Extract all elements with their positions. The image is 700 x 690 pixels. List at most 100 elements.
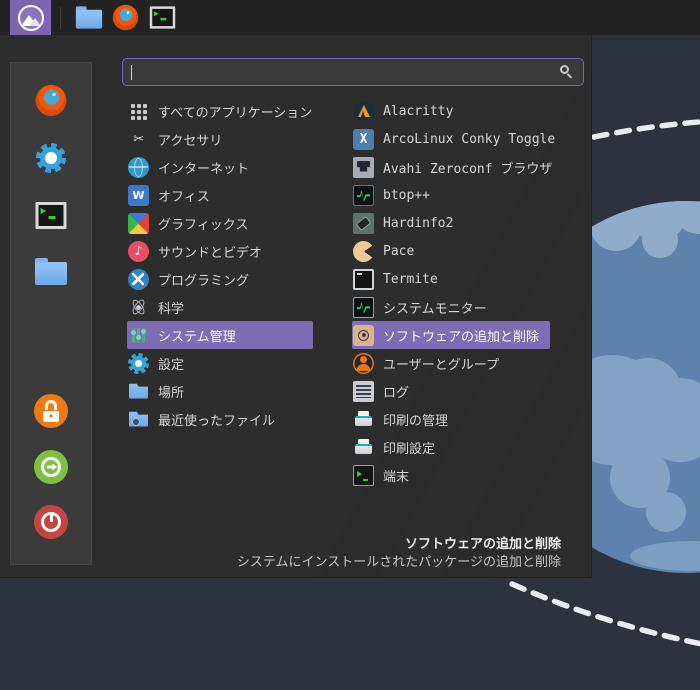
lock-screen-button[interactable]	[34, 394, 68, 428]
conky-x-icon	[353, 128, 374, 150]
app-label: ログ	[383, 385, 410, 401]
category-label: サウンドとビデオ	[158, 245, 263, 261]
category-label: プログラミング	[158, 273, 250, 289]
category-item[interactable]: オフィス	[127, 181, 313, 209]
app-item[interactable]: システムモニター	[352, 293, 550, 321]
favorite-settings-button[interactable]	[36, 143, 66, 173]
power-icon	[34, 505, 68, 539]
app-label: 端末	[383, 469, 410, 485]
app-item[interactable]: Alacritty	[352, 97, 550, 125]
app-label: 印刷の管理	[383, 413, 449, 429]
category-item-selected[interactable]: システム管理	[127, 321, 313, 349]
graphics-pinwheel-icon	[128, 212, 149, 234]
favorite-terminal-button[interactable]	[35, 202, 67, 229]
app-menu-button[interactable]	[10, 0, 51, 35]
app-label: 印刷設定	[383, 441, 436, 457]
app-item[interactable]: Termite	[352, 265, 550, 293]
app-item[interactable]: Pace	[352, 237, 550, 265]
category-item[interactable]: すべてのアプリケーション	[127, 97, 313, 125]
terminal-icon	[149, 6, 176, 29]
app-item[interactable]: 端末	[352, 461, 550, 489]
folder-icon	[35, 258, 67, 285]
app-label: Alacritty	[383, 103, 454, 119]
globe-icon	[128, 156, 149, 178]
category-item[interactable]: 最近使ったファイル	[127, 405, 313, 433]
app-item[interactable]: Hardinfo2	[352, 209, 550, 237]
category-item[interactable]: プログラミング	[127, 265, 313, 293]
panel-firefox-button[interactable]	[107, 0, 144, 35]
chip-icon	[353, 212, 374, 234]
category-item[interactable]: インターネット	[127, 153, 313, 181]
gear-icon	[128, 352, 149, 374]
office-document-icon	[128, 184, 149, 206]
app-item[interactable]: ユーザーとグループ	[352, 349, 550, 377]
category-label: インターネット	[158, 161, 250, 177]
panel-separator	[60, 6, 61, 29]
search-field[interactable]	[122, 58, 584, 86]
category-label: 科学	[158, 301, 185, 317]
firefox-icon	[35, 85, 67, 116]
arcolinux-logo-icon	[17, 4, 44, 31]
panel-terminal-button[interactable]	[144, 0, 181, 35]
app-label: Hardinfo2	[383, 215, 454, 231]
category-item[interactable]: アクセサリ	[127, 125, 313, 153]
user-icon	[353, 352, 374, 374]
terminal-icon	[353, 464, 374, 486]
pacman-icon	[353, 240, 374, 262]
tools-cross-icon	[128, 268, 149, 290]
category-label: システム管理	[158, 329, 236, 345]
pulse-monitor-icon	[353, 296, 374, 318]
app-label: ユーザーとグループ	[383, 357, 499, 373]
category-label: 最近使ったファイル	[158, 413, 276, 429]
category-item[interactable]: 場所	[127, 377, 313, 405]
scissors-icon	[128, 129, 149, 150]
selected-app-info: ソフトウェアの追加と削除 システムにインストールされたパッケージの追加と削除	[237, 537, 561, 571]
app-item[interactable]: 印刷の管理	[352, 405, 550, 433]
network-port-icon	[353, 156, 374, 178]
logout-button[interactable]	[34, 450, 68, 484]
category-item[interactable]: グラフィックス	[127, 209, 313, 237]
terminal-icon	[353, 268, 374, 290]
selected-app-description: システムにインストールされたパッケージの追加と削除	[236, 555, 561, 570]
sliders-icon	[128, 325, 149, 346]
app-item[interactable]: Avahi Zeroconf ブラウザ	[352, 153, 552, 181]
package-manager-icon	[353, 324, 374, 346]
app-label: Termite	[383, 271, 438, 287]
app-label: Pace	[383, 243, 415, 259]
app-item-selected[interactable]: ソフトウェアの追加と削除	[352, 321, 550, 349]
category-label: アクセサリ	[158, 133, 223, 149]
dashed-orbit-top	[591, 119, 700, 140]
apps-grid-icon	[128, 101, 149, 122]
app-label: ソフトウェアの追加と削除	[383, 329, 540, 345]
top-panel	[0, 0, 700, 35]
app-item[interactable]: btop++	[352, 181, 550, 209]
category-item[interactable]: サウンドとビデオ	[127, 237, 313, 265]
dashed-orbit-bottom	[509, 581, 700, 647]
folder-icon	[75, 6, 102, 29]
search-input[interactable]	[123, 59, 560, 85]
logout-arrow-icon	[34, 450, 68, 484]
shutdown-button[interactable]	[34, 505, 68, 539]
category-label: 設定	[158, 357, 185, 373]
category-list: すべてのアプリケーション アクセサリ インターネット オフィス グラフィックス …	[127, 97, 313, 433]
terminal-icon	[35, 202, 67, 229]
category-item[interactable]: 設定	[127, 349, 313, 377]
atom-icon	[128, 296, 149, 318]
lock-icon	[34, 394, 68, 428]
app-label: システムモニター	[383, 301, 487, 317]
category-label: グラフィックス	[158, 217, 249, 233]
firefox-icon	[112, 4, 139, 31]
app-item[interactable]: ログ	[352, 377, 550, 405]
selected-app-title: ソフトウェアの追加と削除	[404, 537, 561, 552]
favorite-file-manager-button[interactable]	[35, 258, 67, 285]
app-item[interactable]: 印刷設定	[352, 433, 550, 461]
favorite-firefox-button[interactable]	[35, 85, 67, 116]
panel-file-manager-button[interactable]	[70, 0, 107, 35]
folder-icon	[128, 381, 149, 402]
app-item[interactable]: ArcoLinux Conky Toggle	[352, 125, 555, 153]
app-label: ArcoLinux Conky Toggle	[383, 131, 556, 147]
printer-icon	[353, 437, 374, 458]
alacritty-icon	[353, 100, 374, 122]
log-file-icon	[353, 380, 374, 402]
category-item[interactable]: 科学	[127, 293, 313, 321]
